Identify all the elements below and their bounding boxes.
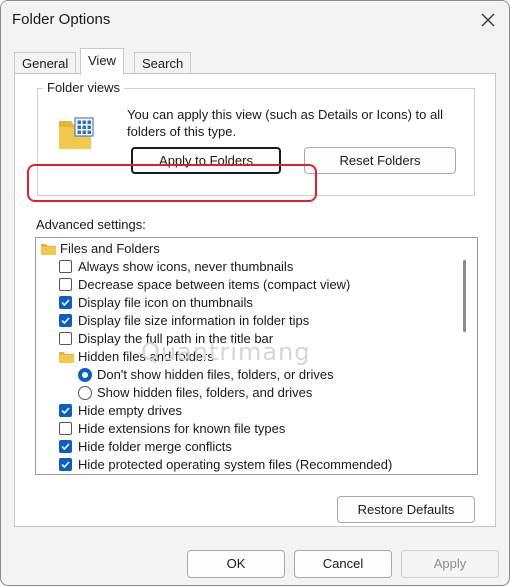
advanced-settings-label: Advanced settings: bbox=[36, 217, 146, 232]
view-tab-panel: Folder views You can apply this view (su… bbox=[14, 73, 496, 527]
reset-folders-button[interactable]: Reset Folders bbox=[304, 147, 456, 174]
tree-item-label: Hide empty drives bbox=[78, 403, 183, 418]
folder-options-dialog: Folder Options General View Search Folde… bbox=[0, 0, 510, 586]
apply-button[interactable]: Apply bbox=[401, 550, 499, 578]
tree-item-label: Display file icon on thumbnails bbox=[78, 295, 253, 310]
ok-label: OK bbox=[226, 556, 246, 571]
window-title: Folder Options bbox=[12, 11, 111, 28]
checkbox-checked[interactable] bbox=[59, 440, 72, 453]
watermark-text: Quantrimang bbox=[141, 338, 311, 366]
cancel-button[interactable]: Cancel bbox=[294, 550, 392, 578]
reset-folders-label: Reset Folders bbox=[339, 153, 421, 168]
tree-item-label: Don't show hidden files, folders, or dri… bbox=[97, 367, 334, 382]
checkbox-unchecked[interactable] bbox=[59, 332, 72, 345]
tree-item-label: Files and Folders bbox=[60, 241, 160, 256]
tab-search[interactable]: Search bbox=[134, 52, 192, 75]
tree-item-label: Decrease space between items (compact vi… bbox=[78, 277, 351, 292]
check-icon bbox=[61, 299, 70, 307]
checkbox-checked[interactable] bbox=[59, 314, 72, 327]
close-button[interactable] bbox=[473, 5, 503, 35]
close-icon bbox=[481, 13, 495, 27]
checkbox-checked[interactable] bbox=[59, 404, 72, 417]
check-icon bbox=[61, 461, 70, 469]
folder-icon bbox=[59, 352, 74, 363]
restore-defaults-label: Restore Defaults bbox=[357, 502, 455, 517]
tree-item-label: Hide extensions for known file types bbox=[78, 421, 286, 436]
ok-button[interactable]: OK bbox=[187, 550, 285, 578]
tree-item-label: Always show icons, never thumbnails bbox=[78, 259, 294, 274]
apply-label: Apply bbox=[433, 556, 467, 571]
tree-item-label: Show hidden files, folders, and drives bbox=[97, 385, 313, 400]
checkbox-checked[interactable] bbox=[59, 296, 72, 309]
tab-general[interactable]: General bbox=[14, 52, 77, 75]
tree-item-label: Hide protected operating system files (R… bbox=[78, 457, 393, 472]
checkbox-checked[interactable] bbox=[59, 458, 72, 471]
check-icon bbox=[61, 317, 70, 325]
radio-selected[interactable] bbox=[78, 368, 92, 382]
checkbox-unchecked[interactable] bbox=[59, 422, 72, 435]
cancel-label: Cancel bbox=[322, 556, 364, 571]
radio-unselected[interactable] bbox=[78, 386, 92, 400]
folder-icon bbox=[41, 244, 56, 255]
checkbox-unchecked[interactable] bbox=[59, 260, 72, 273]
title-bar: Folder Options bbox=[1, 1, 509, 39]
folder-views-description: You can apply this view (such as Details… bbox=[127, 107, 444, 139]
tab-view[interactable]: View bbox=[80, 48, 124, 75]
tree-item-label: Hide folder merge conflicts bbox=[78, 439, 232, 454]
annotation-highlight-box bbox=[27, 164, 317, 202]
restore-defaults-button[interactable]: Restore Defaults bbox=[337, 496, 475, 523]
folder-views-legend: Folder views bbox=[43, 80, 124, 95]
folder-view-icon bbox=[59, 117, 94, 149]
tree-scrollbar-thumb[interactable] bbox=[463, 260, 466, 332]
tree-item-label: Display file size information in folder … bbox=[78, 313, 310, 328]
check-icon bbox=[61, 407, 70, 415]
checkbox-unchecked[interactable] bbox=[59, 278, 72, 291]
check-icon bbox=[61, 443, 70, 451]
